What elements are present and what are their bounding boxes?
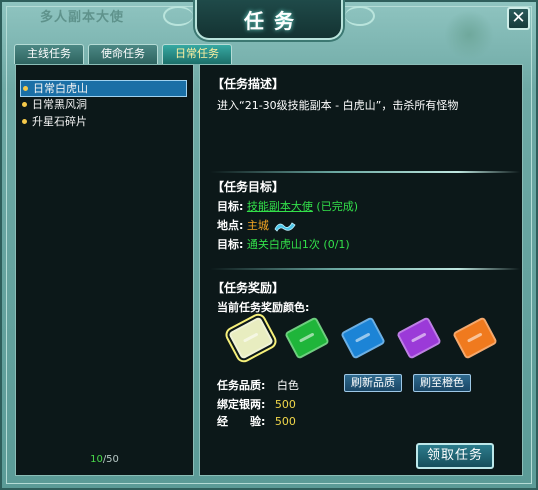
objectives-title: 【任务目标】 xyxy=(212,180,285,194)
refresh-quality-button[interactable]: 刷新品质 xyxy=(344,374,402,392)
bullet-dot-icon xyxy=(22,119,27,124)
tab-mission-quests[interactable]: 使命任务 xyxy=(88,44,158,64)
tab-daily-quests[interactable]: 日常任务 xyxy=(162,44,232,64)
reward-card-green xyxy=(284,316,330,360)
quest-list: 日常白虎山 日常黑风洞 升星石碎片 xyxy=(20,80,187,131)
tab-bar: 主线任务 使命任务 日常任务 xyxy=(14,44,232,64)
quest-detail-panel: 【任务描述】 进入“21-30级技能副本 - 白虎山”，击杀所有怪物 【任务目标… xyxy=(199,64,523,476)
description-text: 进入“21-30级技能副本 - 白虎山”，击杀所有怪物 xyxy=(217,99,459,112)
reward-card-blue xyxy=(340,316,386,360)
objective-npc-link[interactable]: 技能副本大使 xyxy=(247,200,313,213)
background-npc-label: 多人副本大使 xyxy=(40,10,125,25)
quest-count-total: /50 xyxy=(102,454,119,465)
quest-item-baihushan[interactable]: 日常白虎山 xyxy=(20,80,187,97)
objective-location-label: 地点: xyxy=(217,219,244,232)
reward-color-cards xyxy=(222,310,498,366)
reward-card-orange xyxy=(452,316,498,360)
quality-row: 任务品质: 白色 xyxy=(217,377,299,393)
objective-location-row: 地点: 主城 xyxy=(217,217,296,233)
quest-item-heifengdong[interactable]: 日常黑风洞 xyxy=(20,97,187,114)
objective-goal-row: 目标: 通关白虎山1次 (0/1) xyxy=(217,236,350,252)
claim-quest-button[interactable]: 领取任务 xyxy=(416,443,494,469)
quest-item-label: 日常黑风洞 xyxy=(32,98,87,111)
reward-color-label: 当前任务奖励颜色: xyxy=(217,301,310,314)
quality-label: 任务品质: xyxy=(217,379,266,392)
exp-value: 500 xyxy=(274,415,296,428)
quality-value: 白色 xyxy=(276,379,299,392)
quest-count-current: 10 xyxy=(90,454,103,465)
reward-card-purple xyxy=(396,316,442,360)
teleport-wave-icon[interactable] xyxy=(274,219,296,233)
exp-label: 经 验: xyxy=(217,415,266,428)
quest-item-label: 升星石碎片 xyxy=(32,115,87,128)
silver-value: 500 xyxy=(274,398,296,411)
tab-main-quests[interactable]: 主线任务 xyxy=(14,44,84,64)
close-icon: ✕ xyxy=(511,8,526,28)
quest-item-star-fragment[interactable]: 升星石碎片 xyxy=(20,114,187,131)
description-title: 【任务描述】 xyxy=(212,77,285,91)
silver-label: 绑定银两: xyxy=(217,398,266,411)
reward-card-white xyxy=(222,310,280,366)
refresh-to-orange-button[interactable]: 刷至橙色 xyxy=(413,374,471,392)
banner-scroll-left-decoration xyxy=(163,6,193,26)
bullet-dot-icon xyxy=(22,102,27,107)
quest-count: 10/50 xyxy=(16,454,193,465)
objective-goal-label: 目标: xyxy=(217,238,244,251)
title-banner: 任务 xyxy=(163,0,375,40)
rewards-title: 【任务奖励】 xyxy=(212,281,285,295)
banner-scroll-right-decoration xyxy=(345,6,375,26)
objective-npc-status: (已完成) xyxy=(316,200,358,213)
background-tree-decoration xyxy=(444,10,494,60)
objective-npc-label: 目标: xyxy=(217,200,244,213)
quest-item-label: 日常白虎山 xyxy=(33,82,88,95)
section-divider xyxy=(210,268,520,270)
objective-location-value: 主城 xyxy=(246,219,269,232)
objective-npc-row: 目标: 技能副本大使 (已完成) xyxy=(217,198,358,214)
close-button[interactable]: ✕ xyxy=(507,7,530,30)
exp-row: 经 验: 500 xyxy=(217,413,296,429)
quest-list-panel: 日常白虎山 日常黑风洞 升星石碎片 10/50 xyxy=(15,64,194,476)
window-title: 任务 xyxy=(244,8,304,33)
silver-row: 绑定银两: 500 xyxy=(217,396,296,412)
bullet-dot-icon xyxy=(23,86,28,91)
objective-goal-value: 通关白虎山1次 (0/1) xyxy=(246,238,350,251)
section-divider xyxy=(210,171,520,173)
